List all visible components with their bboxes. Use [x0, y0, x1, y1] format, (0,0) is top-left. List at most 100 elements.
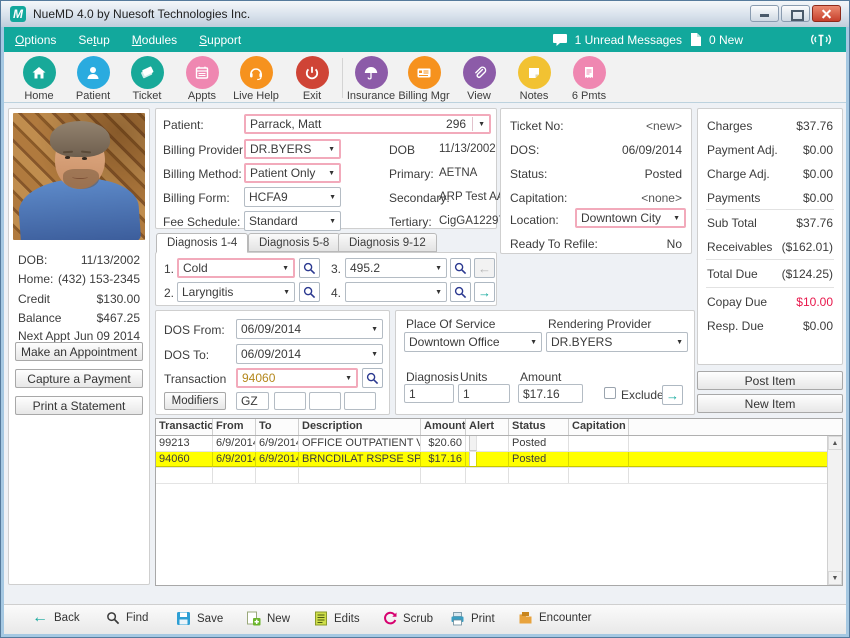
chevron-down-icon: ▼	[530, 338, 537, 346]
billing-provider-select[interactable]: DR.BYERS ▼	[244, 139, 341, 159]
unread-messages-label[interactable]: 1 Unread Messages	[575, 33, 682, 47]
diagnosis-4-search-button[interactable]	[450, 282, 471, 302]
toolbar-billing-mgr[interactable]: Billing Mgr	[397, 56, 451, 102]
print-statement-button[interactable]: Print a Statement	[15, 396, 143, 415]
diagnosis-2-select[interactable]: Laryngitis ▼	[177, 282, 295, 302]
new-button[interactable]: New	[246, 611, 290, 626]
diagnosis-3-select[interactable]: 495.2 ▼	[345, 258, 447, 278]
billing-method-select[interactable]: Patient Only ▼	[244, 163, 341, 183]
diagnosis-1-select[interactable]: Cold ▼	[177, 258, 295, 278]
transaction-select[interactable]: 94060 ▼	[236, 368, 358, 388]
new-item-button[interactable]: New Item	[697, 394, 843, 413]
chevron-down-icon: ▼	[371, 350, 378, 358]
dos-to-select[interactable]: 06/09/2014 ▼	[236, 344, 383, 364]
diagnosis-4-select[interactable]: ▼	[345, 282, 447, 302]
diagnosis-4-num: 4.	[331, 286, 342, 300]
toolbar-patient[interactable]: Patient	[66, 56, 120, 102]
post-item-button[interactable]: Post Item	[697, 371, 843, 390]
search-icon	[454, 286, 467, 298]
amount-input[interactable]: $17.16	[518, 384, 583, 403]
form-dob-value: 11/13/2002	[439, 143, 496, 155]
resp-due-label: Resp. Due	[707, 319, 764, 333]
encounter-button[interactable]: Encounter	[518, 611, 591, 625]
new-docs-label[interactable]: 0 New	[709, 33, 743, 47]
billing-form-label: Billing Form:	[163, 191, 230, 205]
billing-form-select[interactable]: HCFA9 ▼	[244, 187, 341, 207]
make-appointment-button[interactable]: Make an Appointment	[15, 342, 143, 361]
units-input[interactable]: 1	[458, 384, 510, 403]
back-button[interactable]: ← Back	[32, 610, 80, 626]
close-button[interactable]	[812, 5, 841, 22]
toolbar-view[interactable]: View	[452, 56, 506, 102]
form-dob-label: DOB	[389, 143, 416, 157]
tab-diagnosis-9-12[interactable]: Diagnosis 9-12	[338, 233, 437, 252]
edits-list-icon	[315, 611, 327, 626]
billing-provider-label: Billing Provider:	[163, 143, 247, 157]
payment-adj-value: $0.00	[802, 143, 833, 157]
edits-button[interactable]: Edits	[314, 611, 360, 626]
diagnosis-3-num: 3.	[331, 262, 342, 276]
diagnosis-1-search-button[interactable]	[299, 258, 320, 278]
patient-form-panel: Patient: Parrack, Matt 296 ▼ Billing Pro…	[155, 108, 535, 231]
table-header: Transaction From To Description Amount A…	[156, 419, 842, 436]
maximize-button[interactable]	[781, 5, 810, 22]
scrub-button[interactable]: Scrub	[382, 611, 433, 626]
pos-select[interactable]: Downtown Office ▼	[404, 332, 542, 352]
search-icon	[454, 262, 467, 274]
chevron-down-icon: ▼	[329, 217, 336, 225]
toolbar-appts[interactable]: Appts	[175, 56, 229, 102]
modifier-3-input[interactable]	[309, 392, 341, 410]
toolbar-exit[interactable]: Exit	[285, 56, 339, 102]
line-diagnosis-input[interactable]: 1	[404, 384, 454, 403]
menu-modules[interactable]: Modules	[121, 27, 188, 52]
table-scrollbar[interactable]: ▲ ▼	[827, 436, 842, 585]
find-button[interactable]: Find	[106, 611, 148, 625]
rendering-provider-select[interactable]: DR.BYERS ▼	[546, 332, 688, 352]
dos-from-select[interactable]: 06/09/2014 ▼	[236, 319, 383, 339]
menubar: Options Se t up Modules Support 1 Unread M…	[4, 27, 846, 52]
location-select[interactable]: Downtown City ▼	[575, 208, 686, 228]
pos-panel: Place Of Service Downtown Office ▼ Render…	[395, 310, 695, 415]
scroll-up-icon[interactable]: ▲	[828, 436, 842, 450]
table-row[interactable]: 99213 6/9/2014 6/9/2014 OFFICE OUTPATIEN…	[156, 436, 842, 452]
prev-arrow-button[interactable]: ←	[474, 258, 495, 278]
tab-diagnosis-1-4[interactable]: Diagnosis 1-4	[156, 233, 249, 253]
toolbar-live-help[interactable]: Live Help	[229, 56, 283, 102]
toolbar-home[interactable]: Home	[12, 56, 66, 102]
tab-diagnosis-5-8[interactable]: Diagnosis 5-8	[248, 233, 341, 252]
save-button[interactable]: Save	[176, 611, 223, 626]
menu-support[interactable]: Support	[188, 27, 252, 52]
print-button[interactable]: Print	[450, 611, 495, 626]
toolbar-notes[interactable]: Notes	[507, 56, 561, 102]
modifier-4-input[interactable]	[344, 392, 376, 410]
toolbar-ticket[interactable]: Ticket	[120, 56, 174, 102]
exclude-checkbox[interactable]	[604, 387, 616, 399]
patient-select[interactable]: Parrack, Matt 296 ▼	[244, 114, 491, 134]
toolbar-insurance[interactable]: Insurance	[344, 56, 398, 102]
modifier-2-input[interactable]	[274, 392, 306, 410]
fee-schedule-select[interactable]: Standard ▼	[244, 211, 341, 231]
encounter-folder-icon	[519, 612, 532, 624]
diagnosis-2-search-button[interactable]	[299, 282, 320, 302]
diagnosis-3-search-button[interactable]	[450, 258, 471, 278]
minimize-button[interactable]	[750, 5, 779, 22]
umbrella-icon	[354, 56, 388, 89]
modifiers-button[interactable]: Modifiers	[164, 392, 226, 410]
menu-setup[interactable]: Se t up	[67, 27, 120, 52]
scroll-down-icon[interactable]: ▼	[828, 571, 842, 585]
modifier-1-input[interactable]: GZ	[236, 392, 269, 410]
next-arrow-button[interactable]: →	[474, 282, 495, 302]
sub-total-label: Sub Total	[707, 216, 757, 230]
toolbar-separator	[342, 58, 343, 98]
ticket-no-value: <new>	[645, 119, 682, 133]
capture-payment-button[interactable]: Capture a Payment	[15, 369, 143, 388]
home-label: Home:	[18, 272, 54, 286]
diagnosis-1-num: 1.	[164, 262, 175, 276]
menu-options[interactable]: Options	[4, 27, 67, 52]
toolbar-payments[interactable]: 6 Pmts	[562, 56, 616, 102]
transaction-search-button[interactable]	[362, 368, 383, 388]
table-row-selected[interactable]: 94060 6/9/2014 6/9/2014 BRNCDILAT RSPSE …	[156, 452, 842, 468]
alert-checkbox[interactable]	[469, 436, 477, 451]
post-line-arrow-button[interactable]: →	[662, 385, 683, 405]
alert-checkbox[interactable]	[469, 452, 477, 466]
